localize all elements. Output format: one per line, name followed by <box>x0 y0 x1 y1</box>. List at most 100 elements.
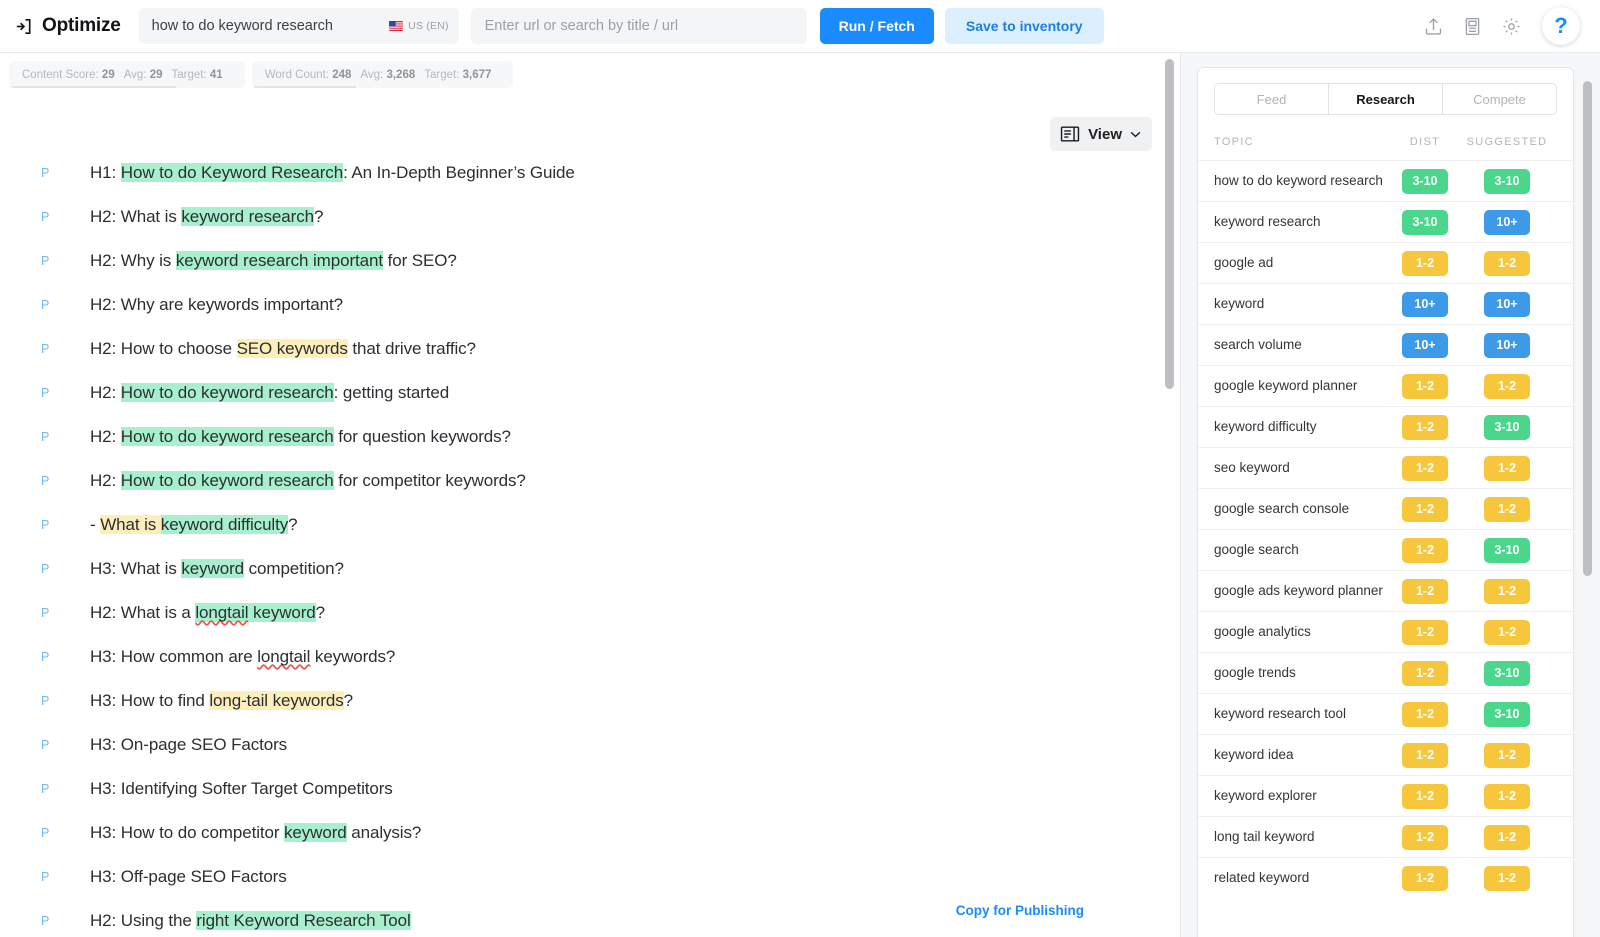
outline-line[interactable]: P H3: On-page SEO Factors <box>0 733 1180 777</box>
dist-badge: 1-2 <box>1402 373 1448 399</box>
table-row[interactable]: keyword explorer 1-2 1-2 <box>1198 775 1573 816</box>
outline-line[interactable]: P H2: How to do keyword research: getting… <box>0 381 1180 425</box>
dist-badge: 1-2 <box>1402 496 1448 522</box>
suggested-badge: 1-2 <box>1484 578 1530 604</box>
outline-line[interactable]: P H3: How to find long-tail keywords? <box>0 689 1180 733</box>
research-scrollbar-thumb[interactable] <box>1583 81 1592 576</box>
outline-line[interactable]: P H2: Why are keywords important? <box>0 293 1180 337</box>
save-to-inventory-button[interactable]: Save to inventory <box>944 8 1104 44</box>
table-row[interactable]: google trends 1-2 3-10 <box>1198 652 1573 693</box>
dist-cell: 3-10 <box>1391 168 1459 194</box>
outline-line[interactable]: P H2: Why is keyword research important f… <box>0 249 1180 293</box>
outline-line[interactable]: P - What is keyword difficulty? <box>0 513 1180 557</box>
editor-scrollbar[interactable] <box>1165 53 1174 937</box>
upload-icon[interactable] <box>1423 16 1444 37</box>
outline-line-text: H2: How to choose SEO keywords that driv… <box>90 339 476 358</box>
highlighted-term: keyword <box>181 559 244 578</box>
locale-selector[interactable]: US (EN) <box>389 20 448 32</box>
table-row[interactable]: keyword research 3-10 10+ <box>1198 201 1573 242</box>
topic-name: seo keyword <box>1214 460 1290 475</box>
table-row[interactable]: seo keyword 1-2 1-2 <box>1198 447 1573 488</box>
table-row[interactable]: keyword research tool 1-2 3-10 <box>1198 693 1573 734</box>
outline-line-text: H2: What is keyword research? <box>90 207 324 226</box>
outline-line-text: H3: On-page SEO Factors <box>90 735 288 754</box>
suggested-cell: 1-2 <box>1459 373 1555 399</box>
outline-line[interactable]: P H2: What is a longtail keyword? <box>0 601 1180 645</box>
plain-text: ? <box>288 515 298 534</box>
dist-cell: 1-2 <box>1391 414 1459 440</box>
paragraph-marker: P <box>41 342 50 356</box>
keyword-input[interactable]: how to do keyword research US (EN) <box>138 8 459 44</box>
table-row[interactable]: search volume 10+ 10+ <box>1198 324 1573 365</box>
plain-text: ? <box>343 691 353 710</box>
outline-line[interactable]: P H2: How to do keyword research for ques… <box>0 425 1180 469</box>
highlighted-term: keyword <box>248 603 316 622</box>
table-row[interactable]: google ad 1-2 1-2 <box>1198 242 1573 283</box>
outline-line-text: H2: How to do keyword research: getting … <box>90 383 450 402</box>
research-scrollbar[interactable] <box>1583 67 1592 937</box>
word-count-avg-label: Avg: <box>360 68 384 81</box>
keyword-input-value: how to do keyword research <box>151 18 333 34</box>
suggested-cell: 3-10 <box>1459 414 1555 440</box>
outline-line[interactable]: P H3: How common are longtail keywords? <box>0 645 1180 689</box>
table-row[interactable]: related keyword 1-2 1-2 <box>1198 857 1573 898</box>
outline-line-text: H3: Off-page SEO Factors <box>90 867 287 886</box>
table-row[interactable]: keyword difficulty 1-2 3-10 <box>1198 406 1573 447</box>
topic-name: keyword explorer <box>1214 788 1317 803</box>
table-row[interactable]: google analytics 1-2 1-2 <box>1198 611 1573 652</box>
topic-table: how to do keyword research 3-10 3-10 keywor… <box>1198 160 1573 898</box>
table-row[interactable]: google search console 1-2 1-2 <box>1198 488 1573 529</box>
suggested-badge: 1-2 <box>1484 496 1530 522</box>
paragraph-marker: P <box>41 914 50 928</box>
tab-compete[interactable]: Compete <box>1442 84 1556 114</box>
dist-badge: 1-2 <box>1402 455 1448 481</box>
suggested-cell: 1-2 <box>1459 578 1555 604</box>
help-button[interactable]: ? <box>1542 7 1580 45</box>
table-row[interactable]: google keyword planner 1-2 1-2 <box>1198 365 1573 406</box>
copy-for-publishing-link[interactable]: Copy for Publishing <box>956 903 1084 918</box>
outline-line[interactable]: P H3: How to do competitor keyword analys… <box>0 821 1180 865</box>
table-row[interactable]: google search 1-2 3-10 <box>1198 529 1573 570</box>
outline-line-text: H3: How common are longtail keywords? <box>90 647 396 666</box>
suggested-badge: 10+ <box>1484 209 1530 235</box>
topic-name: google ads keyword planner <box>1214 583 1383 598</box>
plain-text: for SEO? <box>382 251 457 270</box>
dist-cell: 1-2 <box>1391 455 1459 481</box>
outline-line-text: H1: How to do Keyword Research: An In-De… <box>90 163 575 182</box>
outline-line[interactable]: P H3: Identifying Softer Target Competito… <box>0 777 1180 821</box>
topic-name: google keyword planner <box>1214 378 1358 393</box>
table-row[interactable]: keyword idea 1-2 1-2 <box>1198 734 1573 775</box>
outline-line[interactable]: P H1: How to do Keyword Research: An In-D… <box>0 161 1180 205</box>
tab-research[interactable]: Research <box>1328 84 1442 114</box>
outline-line[interactable]: P H2: What is keyword research? <box>0 205 1180 249</box>
paragraph-marker: P <box>41 738 50 752</box>
url-input[interactable]: Enter url or search by title / url <box>470 8 807 44</box>
table-row[interactable]: google ads keyword planner 1-2 1-2 <box>1198 570 1573 611</box>
tab-feed[interactable]: Feed <box>1215 84 1328 114</box>
dist-cell: 1-2 <box>1391 660 1459 686</box>
outline-line[interactable]: P H2: How to do keyword research for comp… <box>0 469 1180 513</box>
document-layout-icon[interactable] <box>1462 16 1483 37</box>
research-panel: Feed Research Compete TOPIC DIST SUGGESTED… <box>1197 67 1574 937</box>
table-row[interactable]: keyword 10+ 10+ <box>1198 283 1573 324</box>
outline-line[interactable]: P H3: What is keyword competition? <box>0 557 1180 601</box>
dist-cell: 10+ <box>1391 332 1459 358</box>
topic-name: keyword idea <box>1214 747 1294 762</box>
topic-name: keyword research tool <box>1214 706 1347 721</box>
outline-line[interactable]: P H2: How to choose SEO keywords that dri… <box>0 337 1180 381</box>
topic-name: how to do keyword research <box>1214 173 1383 188</box>
panel-tabs[interactable]: Feed Research Compete <box>1214 83 1557 115</box>
editor-scrollbar-thumb[interactable] <box>1165 59 1174 389</box>
content-score-target-label: Target: <box>171 68 207 81</box>
top-bar-actions: ? <box>1423 7 1586 45</box>
gear-icon[interactable] <box>1501 16 1522 37</box>
table-row[interactable]: long tail keyword 1-2 1-2 <box>1198 816 1573 857</box>
export-box-icon <box>14 17 33 36</box>
run-fetch-button[interactable]: Run / Fetch <box>819 8 934 44</box>
dist-cell: 1-2 <box>1391 250 1459 276</box>
outline-line-text: H3: How to find long-tail keywords? <box>90 691 353 710</box>
document-outline[interactable]: P H1: How to do Keyword Research: An In-D… <box>0 139 1180 937</box>
highlighted-term: right Keyword Research Tool <box>196 911 411 930</box>
table-row[interactable]: how to do keyword research 3-10 3-10 <box>1198 160 1573 201</box>
suggested-badge: 3-10 <box>1484 168 1530 194</box>
